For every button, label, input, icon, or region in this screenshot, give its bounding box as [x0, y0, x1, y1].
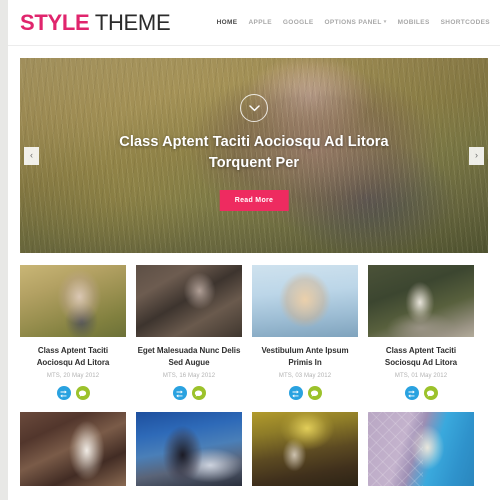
- gallery-item[interactable]: [136, 412, 242, 487]
- comment-button[interactable]: [191, 386, 206, 401]
- site-logo[interactable]: STYLE THEME: [20, 9, 171, 35]
- gallery-item-image: [252, 412, 358, 487]
- logo-style-text: STYLE: [20, 9, 90, 35]
- logo-theme-text: THEME: [89, 9, 171, 35]
- hero-slider: Class Aptent Taciti Aociosqu Ad Litora T…: [20, 58, 488, 253]
- nav-item-label: MOBILES: [397, 19, 430, 26]
- share-button[interactable]: [288, 386, 303, 401]
- post-date: MTS, 20 May 2012: [46, 373, 100, 380]
- comment-icon: [426, 390, 435, 397]
- nav-item-apple[interactable]: APPLE: [248, 19, 271, 26]
- post-social-icons: [404, 386, 438, 401]
- chevron-down-icon: [248, 104, 260, 111]
- read-more-button[interactable]: Read More: [219, 190, 289, 211]
- post-item: Vestibulum Ante Ipsum Primis In MTS, 03 M…: [252, 265, 358, 401]
- post-date: MTS, 16 May 2012: [162, 373, 216, 380]
- nav-item-label: APPLE: [248, 19, 272, 26]
- gallery-item-image: [20, 412, 126, 487]
- gallery-item[interactable]: [20, 412, 126, 487]
- nav-item-label: GOOGLE: [282, 19, 314, 26]
- post-thumbnail-image: [20, 265, 126, 337]
- slider-next-arrow[interactable]: ›: [469, 146, 484, 165]
- chevron-down-icon: ▾: [383, 19, 387, 26]
- nav-item-mobiles[interactable]: MOBILES: [398, 19, 430, 26]
- nav-item-label: SHORTCODES: [440, 19, 490, 26]
- post-thumbnail-image: [252, 265, 358, 337]
- nav-item-google[interactable]: GOOGLE: [283, 19, 314, 26]
- post-date: MTS, 01 May 2012: [394, 373, 448, 380]
- comment-button[interactable]: [75, 386, 90, 401]
- main-navigation: HOME APPLE GOOGLE OPTIONS PANEL ▾ MOBILES SHOR…: [217, 19, 494, 26]
- post-thumbnail[interactable]: [368, 265, 474, 337]
- nav-item-home[interactable]: HOME: [217, 19, 238, 26]
- share-icon: [60, 390, 67, 398]
- post-social-icons: [172, 386, 206, 401]
- share-icon: [408, 390, 415, 398]
- post-thumbnail-image: [368, 265, 474, 337]
- share-button[interactable]: [172, 386, 187, 401]
- comment-button[interactable]: [423, 386, 438, 401]
- comment-button[interactable]: [307, 386, 322, 401]
- gallery-item[interactable]: [252, 412, 358, 487]
- page-container: STYLE THEME HOME APPLE GOOGLE OPTIONS PANEL…: [8, 0, 500, 500]
- gallery-item-image: [136, 412, 242, 487]
- post-thumbnail[interactable]: [20, 265, 126, 337]
- post-grid: Class Aptent Taciti Aociosqu Ad Litora MT…: [8, 253, 500, 401]
- post-title[interactable]: Class Aptent Taciti Sociosqu Ad Litora: [368, 345, 474, 368]
- post-date: MTS, 03 May 2012: [278, 373, 332, 380]
- gallery-grid: [8, 400, 500, 487]
- post-social-icons: [288, 386, 322, 401]
- post-title[interactable]: Class Aptent Taciti Aociosqu Ad Litora: [20, 345, 126, 368]
- post-item: Eget Malesuada Nunc Delis Sed Augue MTS, …: [136, 265, 242, 401]
- slider-prev-arrow[interactable]: ‹: [24, 146, 39, 165]
- nav-item-shortcodes[interactable]: SHORTCODES: [441, 19, 490, 26]
- share-button[interactable]: [404, 386, 419, 401]
- post-title[interactable]: Eget Malesuada Nunc Delis Sed Augue: [136, 345, 242, 368]
- nav-item-label: HOME: [216, 19, 238, 26]
- wallpaper-pattern-overlay: [368, 412, 424, 487]
- nav-item-label: OPTIONS PANEL: [324, 19, 382, 26]
- post-thumbnail[interactable]: [252, 265, 358, 337]
- post-thumbnail-image: [136, 265, 242, 337]
- post-item: Class Aptent Taciti Sociosqu Ad Litora MT…: [368, 265, 474, 401]
- share-button[interactable]: [56, 386, 71, 401]
- hero-title: Class Aptent Taciti Aociosqu Ad Litora T…: [119, 134, 389, 171]
- comment-icon: [194, 390, 203, 397]
- post-social-icons: [56, 386, 90, 401]
- share-icon: [176, 390, 183, 398]
- share-icon: [292, 390, 299, 398]
- comment-icon: [78, 390, 87, 397]
- nav-item-options-panel[interactable]: OPTIONS PANEL ▾: [325, 19, 387, 26]
- comment-icon: [310, 390, 319, 397]
- site-header: STYLE THEME HOME APPLE GOOGLE OPTIONS PANEL…: [8, 0, 500, 46]
- hero-slider-section: Class Aptent Taciti Aociosqu Ad Litora T…: [8, 46, 500, 253]
- scroll-down-button[interactable]: [240, 94, 268, 122]
- post-item: Class Aptent Taciti Aociosqu Ad Litora MT…: [20, 265, 126, 401]
- gallery-item[interactable]: [368, 412, 474, 487]
- post-thumbnail[interactable]: [136, 265, 242, 337]
- post-title[interactable]: Vestibulum Ante Ipsum Primis In: [252, 345, 358, 368]
